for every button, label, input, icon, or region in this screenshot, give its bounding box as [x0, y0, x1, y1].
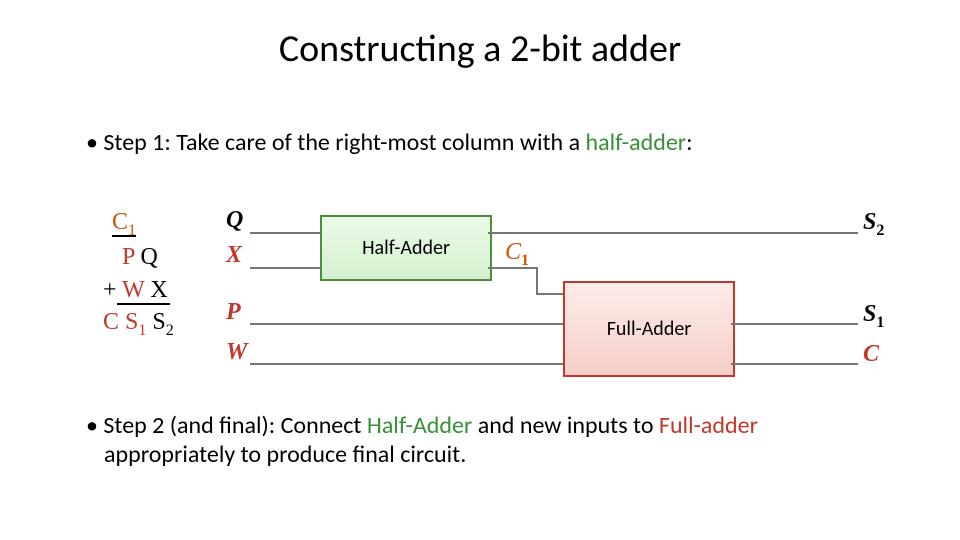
wire — [536, 293, 565, 295]
bullet-icon — [86, 411, 103, 440]
wire — [731, 323, 858, 325]
bullet-icon — [86, 128, 103, 157]
input-P: P — [226, 299, 241, 326]
step2-line2: appropriately to produce final circuit. — [104, 440, 466, 469]
step2-text: Step 2 (and final): Connect Half-Adder a… — [86, 411, 926, 469]
sym-S2: S2 — [152, 309, 173, 335]
circuit-diagram: Q X P W Half-Adder S2 C1 Full-Adder S1 C — [220, 195, 920, 395]
page-title: Constructing a 2-bit adder — [0, 26, 960, 72]
input-W: W — [226, 339, 247, 366]
half-adder-box: Half-Adder — [320, 215, 492, 281]
sym-W: W — [122, 277, 144, 303]
wire — [488, 232, 858, 234]
addition-math: C1 P Q + W X C S1 S2 — [103, 206, 174, 342]
plus-sign: + — [103, 277, 117, 303]
sym-X: X — [150, 277, 167, 303]
sym-P: P — [122, 244, 134, 270]
addition-line: W X — [117, 277, 170, 305]
step1-suffix: : — [686, 128, 692, 157]
step2-half: Half-Adder — [367, 411, 472, 440]
sym-C: C — [103, 309, 119, 335]
wire — [536, 267, 538, 293]
wire — [250, 323, 565, 325]
wire — [250, 267, 322, 269]
step1-half: half-adder — [586, 128, 687, 157]
step1-prefix: Step 1: Take care of the right-most colu… — [103, 128, 585, 157]
input-X: X — [226, 242, 242, 269]
output-S2: S2 — [863, 209, 884, 240]
step2-mid: and new inputs to — [472, 411, 659, 440]
step2-full: Full-adder — [659, 411, 758, 440]
wire — [731, 363, 858, 365]
carry-c1: C1 — [112, 209, 136, 237]
sym-S1: S1 — [125, 309, 146, 335]
input-Q: Q — [226, 207, 243, 234]
output-C: C — [863, 341, 879, 368]
step2-prefix: Step 2 (and final): Connect — [103, 411, 366, 440]
sym-Q: Q — [140, 244, 157, 270]
full-adder-box: Full-Adder — [563, 281, 735, 377]
step1-text: Step 1: Take care of the right-most colu… — [86, 128, 906, 157]
wire — [250, 232, 322, 234]
wire — [250, 363, 565, 365]
carry-C1-wire: C1 — [505, 239, 529, 270]
output-S1: S1 — [863, 301, 884, 332]
